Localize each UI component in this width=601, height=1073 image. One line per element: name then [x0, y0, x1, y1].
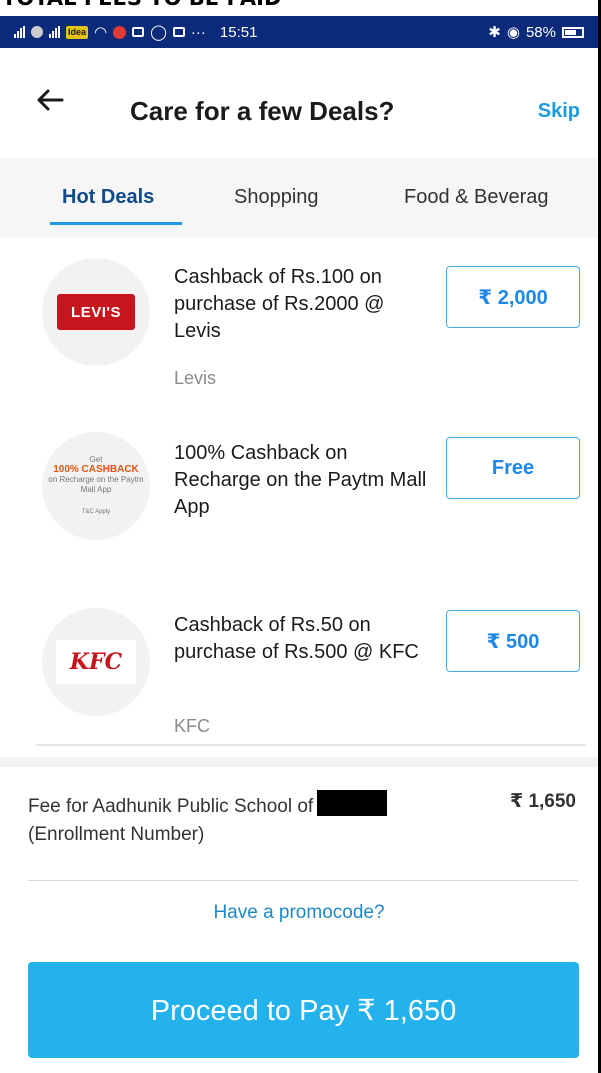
- fee-label-suffix: (Enrollment Number): [28, 824, 205, 845]
- bluetooth-icon: ✱: [488, 24, 501, 41]
- deal-title: 100% Cashback on Recharge on the Paytm M…: [174, 442, 427, 518]
- tab-shopping[interactable]: Shopping: [234, 186, 319, 209]
- chat-icon: ◯: [150, 24, 167, 41]
- back-arrow-icon[interactable]: [32, 82, 68, 118]
- battery-percent: 58%: [525, 23, 556, 41]
- kfc-logo: KFC: [42, 608, 150, 716]
- mail-icon: [132, 27, 145, 37]
- more-icon: ···: [190, 23, 206, 41]
- deal-title: Cashback of Rs.50 on purchase of Rs.500 …: [174, 614, 419, 663]
- levis-logo-text: LEVI'S: [57, 294, 135, 330]
- gallery-icon: [172, 27, 185, 37]
- section-divider: [0, 757, 598, 767]
- proceed-to-pay-button[interactable]: Proceed to Pay ₹ 1,650: [28, 962, 579, 1058]
- eye-icon: ◉: [506, 24, 520, 41]
- deal-price-button[interactable]: Free: [446, 437, 580, 499]
- logo-headline: 100% CASHBACK: [53, 464, 139, 475]
- tab-hot-deals[interactable]: Hot Deals: [62, 186, 154, 209]
- redacted-block: [317, 790, 388, 816]
- app-header: Care for a few Deals? Skip: [0, 48, 598, 158]
- levis-logo: LEVI'S: [42, 258, 150, 366]
- logo-fine-print: T&C Apply: [81, 509, 111, 515]
- deal-title: Cashback of Rs.100 on purchase of Rs.200…: [174, 266, 385, 342]
- signal-icon: [14, 26, 25, 38]
- notification-icon: [113, 25, 127, 39]
- deal-price-button[interactable]: ₹ 500: [446, 610, 580, 672]
- kfc-logo-text: KFC: [56, 640, 136, 684]
- status-time: 15:51: [219, 23, 258, 41]
- deal-tabs: Hot Deals Shopping Food & Beverag: [0, 158, 598, 238]
- active-tab-indicator: [50, 222, 182, 225]
- fee-amount: ₹ 1,650: [509, 791, 576, 812]
- signal-icon-2: [49, 26, 60, 38]
- paytm-cashback-logo: Get 100% CASHBACK on Recharge on the Pay…: [42, 432, 150, 540]
- deal-price-button[interactable]: ₹ 2,000: [446, 266, 580, 328]
- skip-button[interactable]: Skip: [538, 100, 580, 123]
- logo-sub-bottom: on Recharge on the Paytm Mall App: [48, 475, 144, 494]
- document-heading: TOTAL FEES TO BE PAID: [0, 0, 601, 16]
- status-bar: Idea ◠ ◯ ··· 15:51 ✱ ◉ 58%: [0, 16, 598, 48]
- page-title: Care for a few Deals?: [130, 96, 395, 126]
- wifi-icon: ◠: [94, 24, 108, 41]
- tab-food-beverage[interactable]: Food & Beverag: [404, 186, 549, 209]
- deal-brand: KFC: [174, 716, 210, 736]
- divider: [28, 880, 578, 881]
- carrier-badge: Idea: [66, 25, 89, 39]
- deal-brand: Levis: [174, 368, 217, 388]
- carrier-icon: [31, 26, 43, 38]
- list-separator: [36, 744, 586, 746]
- fee-label: Fee for Aadhunik Public School of: [28, 796, 314, 817]
- promocode-link[interactable]: Have a promocode?: [0, 902, 598, 924]
- battery-icon: [562, 26, 584, 38]
